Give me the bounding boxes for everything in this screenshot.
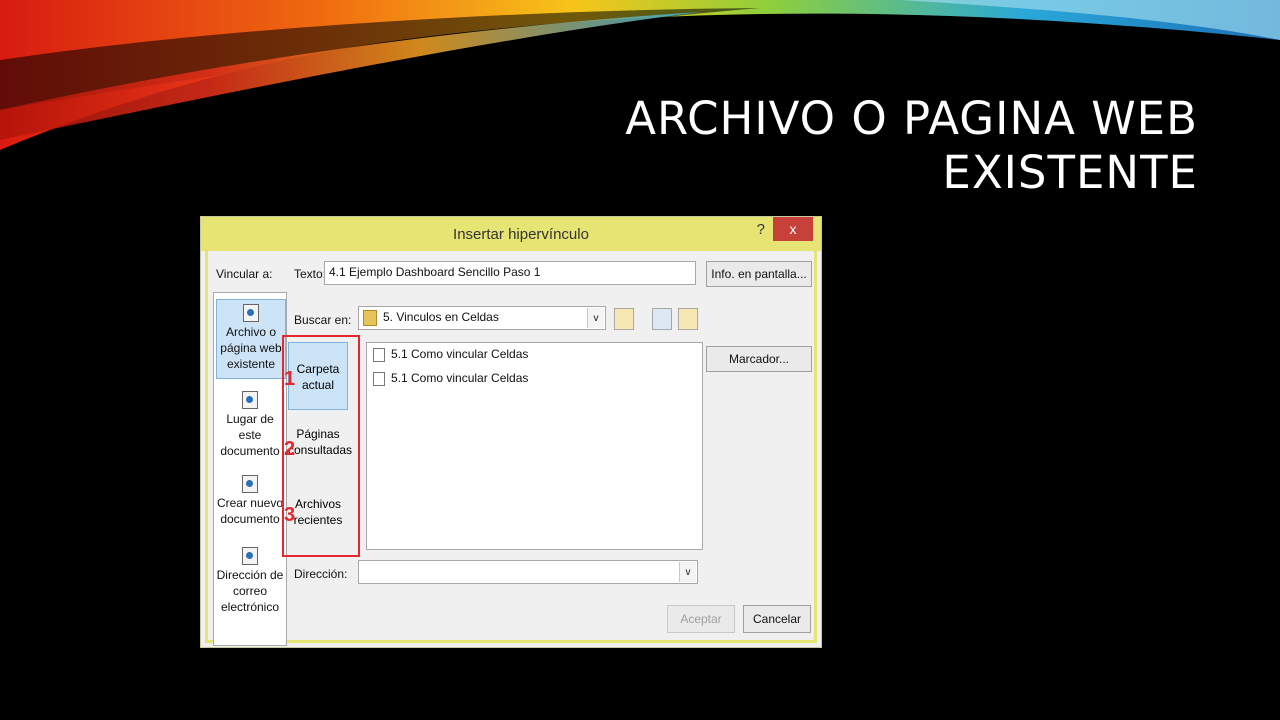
file-name: 5.1 Como vincular Celdas: [391, 347, 529, 361]
vincular-label: Vincular a:: [216, 267, 273, 281]
file-row[interactable]: 5.1 Como vincular Celdas: [373, 347, 528, 362]
chevron-down-icon[interactable]: v: [587, 308, 604, 328]
texto-input[interactable]: 4.1 Ejemplo Dashboard Sencillo Paso 1: [324, 261, 696, 285]
link-type-label: Crear nuevo documento: [216, 496, 284, 526]
direccion-input[interactable]: v: [358, 560, 698, 584]
info-pantalla-button[interactable]: Info. en pantalla...: [706, 261, 812, 287]
email-icon: [242, 547, 258, 565]
marker-1: 1: [284, 368, 296, 390]
direccion-label: Dirección:: [294, 567, 348, 581]
file-list: 5.1 Como vincular Celdas 5.1 Como vincul…: [366, 342, 703, 550]
globe-file-icon: [243, 304, 259, 322]
new-document-icon: [242, 475, 258, 493]
buscar-dropdown[interactable]: 5. Vinculos en Celdas v: [358, 306, 606, 330]
dialog-title: Insertar hipervínculo: [453, 225, 589, 243]
link-type-label: Dirección de correo electrónico: [216, 568, 284, 614]
close-button[interactable]: x: [773, 217, 813, 241]
chevron-down-icon[interactable]: v: [679, 562, 696, 582]
link-type-existing-file[interactable]: Archivo o página web existente: [216, 299, 286, 379]
link-type-email[interactable]: Dirección de correo electrónico: [216, 545, 284, 615]
marker-3: 3: [284, 504, 296, 526]
link-type-new-document[interactable]: Crear nuevo documento: [216, 473, 284, 527]
help-button[interactable]: ?: [757, 221, 765, 238]
slide-title: ARCHIVO O PAGINA WEB EXISTENTE: [438, 92, 1198, 200]
document-place-icon: [242, 391, 258, 409]
up-folder-icon[interactable]: [614, 308, 634, 330]
excel-file-icon: [373, 371, 385, 386]
marcador-button[interactable]: Marcador...: [706, 346, 812, 372]
dialog-titlebar: Insertar hipervínculo ? x: [201, 217, 821, 251]
marker-2: 2: [284, 438, 296, 460]
link-type-label: Archivo o página web existente: [220, 325, 282, 371]
folder-icon: [363, 310, 377, 326]
web-search-icon[interactable]: [652, 308, 672, 330]
file-name: 5.1 Como vincular Celdas: [391, 371, 529, 385]
link-type-label: Lugar de este documento: [220, 412, 280, 458]
slide-title-line2: EXISTENTE: [942, 146, 1198, 199]
texto-label: Texto:: [294, 267, 327, 281]
slide-title-line1: ARCHIVO O PAGINA WEB: [625, 92, 1198, 145]
link-type-place-in-document[interactable]: Lugar de este documento: [216, 389, 284, 459]
excel-file-icon: [373, 347, 385, 362]
browse-folder-icon[interactable]: [678, 308, 698, 330]
cancelar-button[interactable]: Cancelar: [743, 605, 811, 633]
aceptar-button[interactable]: Aceptar: [667, 605, 735, 633]
buscar-value: 5. Vinculos en Celdas: [383, 310, 499, 325]
buscar-label: Buscar en:: [294, 313, 352, 327]
file-row[interactable]: 5.1 Como vincular Celdas: [373, 371, 528, 386]
link-type-panel: Archivo o página web existente Lugar de …: [213, 292, 287, 646]
